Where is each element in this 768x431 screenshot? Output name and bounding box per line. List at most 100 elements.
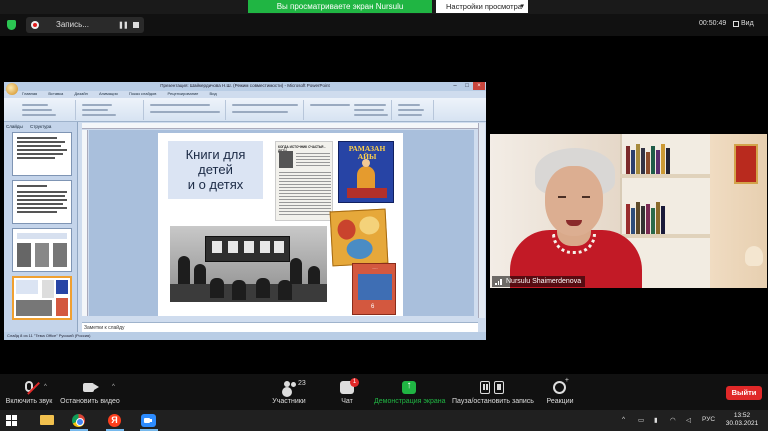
share-banner: Вы просматриваете экран Nursulu Shaimerd… [0,0,768,24]
system-clock[interactable]: 13:52 30.03.2021 [722,412,762,428]
slide-title-line: Книги для [185,147,246,162]
notes-pane[interactable]: Заметки к слайду [82,322,478,332]
share-screen-label: Демонстрация экрана [374,398,446,405]
slide-thumbnail-selected[interactable] [12,276,72,320]
participants-icon [282,381,296,394]
newspaper-photo [279,151,293,168]
ribbon-tab[interactable]: Вид [210,91,217,96]
view-options-button[interactable]: Настройки просмотра ▾ [436,0,528,13]
viewing-screen-notice: Вы просматриваете экран Nursulu Shaimerd… [248,0,432,24]
office-button-icon[interactable] [6,83,18,95]
book-cover-ramazan: РАМАЗАН АЙЫ [338,141,394,203]
chevron-up-icon[interactable]: ^ [112,384,115,390]
battery-icon[interactable]: ▮ [654,416,658,424]
meeting-top-bar: Запись... ❚❚ 00:50:49 Вид [0,14,768,36]
slide-thumbnail[interactable] [12,132,72,176]
unmute-button[interactable]: ^ Включить звук [4,374,54,410]
ribbon-group-drawing [306,100,392,120]
input-language[interactable]: РУС [702,416,715,423]
slides-pane-tabs: Слайды Структура [6,124,57,129]
stop-video-button[interactable]: ^ Остановить видео [58,374,122,410]
tab-slides[interactable]: Слайды [6,124,23,129]
ribbon-group-editing [394,100,434,120]
ppt-ribbon-tabs: Главная Вставка Дизайн Анимация Показ сл… [22,91,227,98]
ribbon-group-slides [78,100,144,120]
close-icon[interactable]: × [473,82,485,90]
participant-name-tag: Nursulu Shaimerdenova [492,276,586,287]
view-grid-icon[interactable] [733,21,739,27]
tray-chevron-icon[interactable]: ^ [622,416,625,423]
book-cover-rug [347,188,387,198]
ribbon-tab[interactable]: Показ слайдов [129,91,157,96]
zoom-icon [141,414,156,427]
record-icon [31,21,39,29]
ribbon-tab[interactable]: Дизайн [74,91,87,96]
security-shield-icon[interactable] [7,20,16,30]
windows-start-icon[interactable] [6,415,17,426]
participant-video[interactable] [490,134,767,288]
slide-thumbnail[interactable] [12,228,72,272]
chat-button[interactable]: 1 Чат [330,374,364,410]
reactions-button[interactable]: Реакции [540,374,580,410]
book-cover-number: 6 [371,304,375,310]
book-cover-illustrated [329,208,389,267]
ribbon-tab[interactable]: Главная [22,91,37,96]
current-slide: Книги для детей и о детях КОГДА ИСТОЧНИК… [158,133,403,316]
pause-recording-icon[interactable]: ❚❚ [118,21,129,29]
vertical-scrollbar[interactable] [478,123,485,318]
unmute-label: Включить звук [5,398,53,405]
pause-stop-recording-button[interactable]: Пауза/остановить запись [452,374,534,410]
slide-title: Книги для детей и о детях [168,147,263,192]
emoji-reaction-icon [553,377,569,394]
slide-thumbnail[interactable] [12,180,72,224]
chevron-up-icon[interactable]: ^ [44,384,47,390]
participant-name: Nursulu Shaimerdenova [506,278,582,285]
stop-recording-icon[interactable] [133,22,139,28]
slides-pane: Слайды Структура [4,122,78,332]
classroom-photo [170,226,327,302]
view-button[interactable]: Вид [741,20,754,27]
ribbon-tab[interactable]: Анимация [99,91,118,96]
lamp [745,246,763,266]
participants-button[interactable]: 23 Участники [262,374,316,410]
meeting-timer: 00:50:49 [699,20,727,27]
ppt-title-bar: Презентация: Шайкердичова Н.Ш. (Режим со… [4,82,486,91]
ribbon-tab[interactable]: Вставка [48,91,63,96]
wall-painting [734,144,758,184]
newspaper-image: КОГДА ИСТОЧНИК СЧАСТЬЯ - ДЕТИ [275,141,333,221]
wifi-icon[interactable]: ◠ [670,416,676,424]
minimize-icon[interactable]: – [449,82,461,90]
book-cover-small-title: ....... [371,266,379,270]
network-icon[interactable]: ▭ [638,416,644,424]
book-cover-red: ....... 6 [352,263,396,315]
chat-label: Чат [341,398,353,405]
horizontal-ruler [82,123,480,129]
folder-icon [40,415,54,425]
ppt-ribbon [4,98,486,122]
tab-outline[interactable]: Структура [30,124,51,129]
chat-unread-badge: 1 [350,378,359,387]
maximize-icon[interactable]: □ [461,82,473,90]
reactions-label: Реакции [546,398,574,405]
vertical-ruler [82,130,88,316]
yandex-icon: Я [108,414,121,427]
volume-icon[interactable]: ◁ [686,416,691,424]
stop-video-label: Остановить видео [60,398,120,405]
audio-level-icon [495,279,503,285]
stop-icon [494,381,504,394]
chrome-icon [72,414,85,427]
chrome-app[interactable] [66,410,92,431]
ribbon-tab[interactable]: Рецензирование [168,91,199,96]
pause-icon [480,381,490,394]
ribbon-group-paragraph [228,100,304,120]
leave-meeting-button[interactable]: Выйти [726,386,762,400]
file-explorer-app[interactable] [34,410,60,431]
yandex-browser-app[interactable]: Я [102,410,128,431]
share-screen-button[interactable]: Демонстрация экрана [374,374,446,410]
slide-title-box: Книги для детей и о детях [168,141,263,199]
recording-label: Запись... [56,20,89,29]
ribbon-group-clipboard [6,100,76,120]
book-cover-figure [357,159,375,190]
zoom-app[interactable] [136,410,162,431]
pause-stop-recording-label: Пауза/остановить запись [452,398,534,405]
